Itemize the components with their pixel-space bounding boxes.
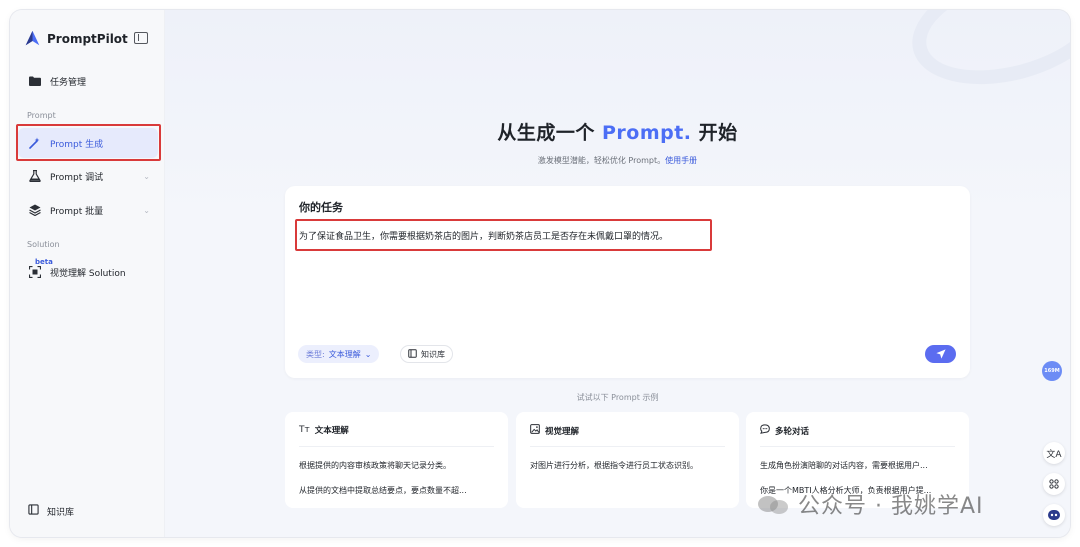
chat-icon xyxy=(760,424,770,437)
sidebar-item-visual-solution[interactable]: 视觉理解 Solution xyxy=(18,257,158,287)
manual-link[interactable]: 使用手册 xyxy=(665,156,697,165)
brand[interactable]: PromptPilot xyxy=(24,30,128,47)
knowledge-base-label: 知识库 xyxy=(421,349,445,359)
sidebar-item-label: 任务管理 xyxy=(50,77,87,88)
example-card-header: Tт 文本理解 xyxy=(299,424,349,436)
annotation-highlight-box xyxy=(295,219,712,251)
example-line[interactable]: 生成角色扮演陪聊的对话内容，需要根据用户... xyxy=(760,460,955,471)
main-content: 从生成一个 Prompt. 开始 激发模型潜能，轻松优化 Prompt。使用手册… xyxy=(165,10,1070,537)
page-subtitle: 激发模型潜能，轻松优化 Prompt。使用手册 xyxy=(165,155,1070,166)
memory-badge[interactable]: 169M xyxy=(1042,361,1062,381)
sidebar-item-label: Prompt 调试 xyxy=(50,172,104,183)
grid-icon[interactable] xyxy=(1043,473,1065,495)
type-key: 类型: xyxy=(306,349,325,359)
title-suffix: 开始 xyxy=(698,122,738,144)
example-card-title: 文本理解 xyxy=(314,426,349,436)
example-card-text[interactable]: Tт 文本理解 根据提供的内容审核政策将聊天记录分类。 从提供的文档中提取总结要… xyxy=(285,412,508,508)
chevron-down-icon: ⌄ xyxy=(364,349,372,359)
wechat-logo-icon xyxy=(758,493,792,515)
sidebar-item-knowledge-base[interactable]: 知识库 xyxy=(28,504,74,518)
task-title: 你的任务 xyxy=(299,201,343,214)
sidebar-item-label: 知识库 xyxy=(47,507,75,518)
send-icon xyxy=(935,349,946,359)
example-line[interactable]: 根据提供的内容审核政策将聊天记录分类。 xyxy=(299,460,494,471)
section-label-prompt: Prompt xyxy=(27,111,56,120)
task-input-card[interactable]: 你的任务 为了保证食品卫生，你需要根据奶茶店的图片，判断奶茶店员工是否存在未佩戴… xyxy=(285,186,970,378)
folder-icon xyxy=(28,74,42,88)
annotation-highlight-box xyxy=(16,124,161,161)
divider xyxy=(530,446,725,447)
layers-icon xyxy=(28,203,42,217)
example-card-visual[interactable]: 视觉理解 对图片进行分析，根据指令进行员工状态识别。 xyxy=(516,412,739,508)
decorative-ring xyxy=(899,10,1070,105)
example-line[interactable]: 对图片进行分析，根据指令进行员工状态识别。 xyxy=(530,460,725,471)
translate-icon[interactable]: 文A xyxy=(1043,442,1065,464)
chevron-down-icon: ⌄ xyxy=(143,171,150,181)
scan-icon xyxy=(28,265,42,279)
send-button[interactable] xyxy=(925,345,956,363)
flask-icon xyxy=(28,169,42,183)
sidebar: PromptPilot 任务管理 Prompt Prompt 生成 Prompt… xyxy=(10,10,165,537)
app-window: PromptPilot 任务管理 Prompt Prompt 生成 Prompt… xyxy=(10,10,1070,537)
book-icon xyxy=(408,348,417,360)
chevron-down-icon: ⌄ xyxy=(143,205,150,215)
sidebar-item-label: Prompt 批量 xyxy=(50,206,104,217)
examples-label: 试试以下 Prompt 示例 xyxy=(576,393,659,402)
book-icon xyxy=(28,504,39,518)
type-select[interactable]: 类型: 文本理解 ⌄ xyxy=(298,345,380,363)
image-icon xyxy=(530,424,540,437)
brand-name: PromptPilot xyxy=(47,31,128,46)
sidebar-item-prompt-debug[interactable]: Prompt 调试 ⌄ xyxy=(18,161,158,191)
example-card-header: 多轮对话 xyxy=(760,424,809,437)
example-line[interactable]: 从提供的文档中提取总结要点，要点数量不超... xyxy=(299,485,494,496)
title-prefix: 从生成一个 xyxy=(497,122,595,144)
type-value: 文本理解 xyxy=(328,349,361,359)
page-title: 从生成一个 Prompt. 开始 xyxy=(165,118,1070,145)
sidebar-item-label: 视觉理解 Solution xyxy=(50,268,126,279)
divider xyxy=(299,446,494,447)
example-card-header: 视觉理解 xyxy=(530,424,579,437)
sidebar-collapse-icon[interactable] xyxy=(134,32,148,44)
knowledge-base-button[interactable]: 知识库 xyxy=(400,345,453,363)
divider xyxy=(760,446,955,447)
example-card-title: 多轮对话 xyxy=(775,426,810,437)
watermark: 公众号 · 我姚学AI xyxy=(758,488,984,520)
example-card-title: 视觉理解 xyxy=(545,426,580,437)
section-label-solution: Solution xyxy=(27,240,60,249)
sidebar-item-task-management[interactable]: 任务管理 xyxy=(18,66,158,96)
sidebar-item-prompt-batch[interactable]: Prompt 批量 ⌄ xyxy=(18,195,158,225)
watermark-text: 公众号 · 我姚学AI xyxy=(798,494,984,519)
text-type-icon: Tт xyxy=(299,425,310,435)
assistant-bot-icon[interactable] xyxy=(1043,504,1065,526)
subtitle-text: 激发模型潜能，轻松优化 Prompt。 xyxy=(537,156,666,165)
title-accent: Prompt. xyxy=(601,122,692,144)
promptpilot-logo-icon xyxy=(25,30,40,46)
